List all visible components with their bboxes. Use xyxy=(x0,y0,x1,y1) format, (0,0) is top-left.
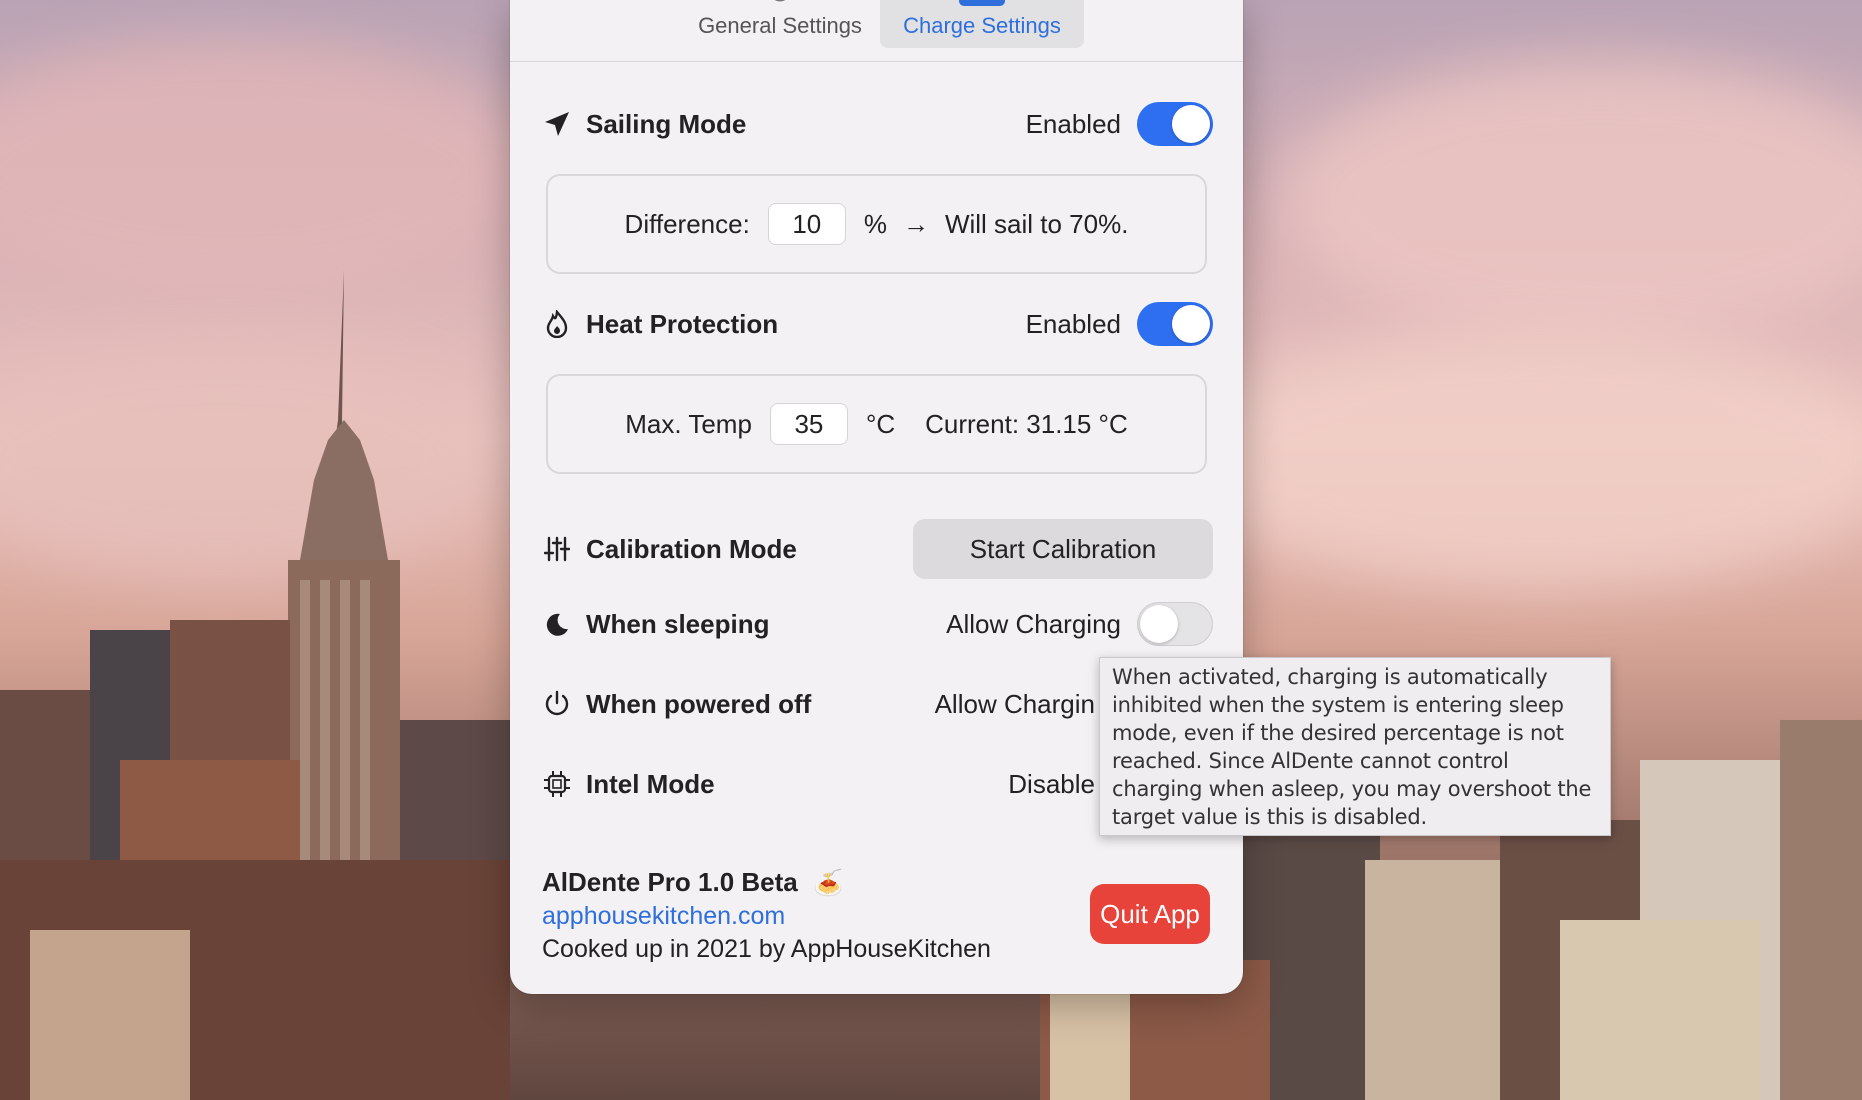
tab-bar: General Settings Charge Settings xyxy=(510,0,1243,62)
when-sleeping-toggle[interactable] xyxy=(1137,602,1213,646)
tab-charge-settings[interactable]: Charge Settings xyxy=(880,0,1084,48)
difference-label: Difference: xyxy=(624,208,750,239)
when-sleeping-state: Allow Charging xyxy=(946,608,1121,639)
calibration-mode-title: Calibration Mode xyxy=(586,533,797,564)
start-calibration-button[interactable]: Start Calibration xyxy=(913,519,1213,579)
calibration-mode-row: Calibration Mode Start Calibration xyxy=(542,519,1213,579)
tooltip-line: inhibited when the system is entering sl… xyxy=(1112,693,1564,717)
app-name: AlDente Pro 1.0 Beta xyxy=(542,867,798,897)
arrow-right-icon: → xyxy=(902,208,929,239)
temperature-box: Max. Temp 35 °C Current: 31.15 °C xyxy=(546,374,1207,474)
tooltip-line: target value is this is disabled. xyxy=(1112,805,1427,829)
sailing-mode-toggle[interactable] xyxy=(1137,102,1213,146)
temp-unit: °C xyxy=(865,408,896,439)
sailing-mode-title: Sailing Mode xyxy=(586,108,747,139)
quit-app-button[interactable]: Quit App xyxy=(1090,884,1210,944)
moon-icon xyxy=(542,609,572,639)
heat-protection-toggle[interactable] xyxy=(1137,302,1213,346)
when-powered-off-state: Allow Chargin xyxy=(934,688,1095,719)
max-temp-label: Max. Temp xyxy=(625,408,752,439)
current-temp-text: Current: 31.15 °C xyxy=(925,408,1128,439)
chip-icon xyxy=(542,769,572,799)
max-temp-input[interactable]: 35 xyxy=(769,403,848,445)
sailing-mode-state: Enabled xyxy=(1025,108,1121,139)
flame-icon xyxy=(542,309,572,339)
when-powered-off-title: When powered off xyxy=(586,688,812,719)
difference-unit: % xyxy=(863,208,887,239)
intel-mode-state: Disable xyxy=(1008,768,1095,799)
heat-protection-title: Heat Protection xyxy=(586,308,779,339)
tab-general-label: General Settings xyxy=(698,13,862,38)
website-link[interactable]: apphousekitchen.com xyxy=(542,900,991,933)
tab-charge-label: Charge Settings xyxy=(903,13,1061,38)
paper-plane-icon xyxy=(542,109,572,139)
difference-input[interactable]: 10 xyxy=(767,203,846,245)
when-sleeping-title: When sleeping xyxy=(586,608,770,639)
tab-general-settings[interactable]: General Settings xyxy=(680,0,880,48)
heat-protection-state: Enabled xyxy=(1025,308,1121,339)
when-sleeping-row: When sleeping Allow Charging xyxy=(542,599,1213,649)
settings-popover: General Settings Charge Settings Sailing… xyxy=(510,0,1243,994)
difference-box: Difference: 10 % → Will sail to 70%. xyxy=(546,174,1207,274)
tooltip-line: mode, even if the desired percentage is … xyxy=(1112,721,1564,745)
sliders-icon xyxy=(542,534,572,564)
sailing-mode-row: Sailing Mode Enabled xyxy=(542,99,1213,149)
footer: AlDente Pro 1.0 Beta 🍝 apphousekitchen.c… xyxy=(542,866,991,966)
tooltip-line: charging when asleep, you may overshoot … xyxy=(1112,777,1592,801)
credit-text: Cooked up in 2021 by AppHouseKitchen xyxy=(542,935,991,963)
when-sleeping-tooltip: When activated, charging is automaticall… xyxy=(1099,657,1611,836)
pasta-emoji-icon: 🍝 xyxy=(812,869,844,897)
power-icon xyxy=(542,689,572,719)
intel-mode-title: Intel Mode xyxy=(586,768,715,799)
battery-icon xyxy=(957,0,1007,14)
heat-protection-row: Heat Protection Enabled xyxy=(542,299,1213,349)
tooltip-line: When activated, charging is automaticall… xyxy=(1112,665,1548,689)
tooltip-line: reached. Since AlDente cannot control xyxy=(1112,749,1509,773)
sail-target-text: Will sail to 70%. xyxy=(944,208,1129,239)
